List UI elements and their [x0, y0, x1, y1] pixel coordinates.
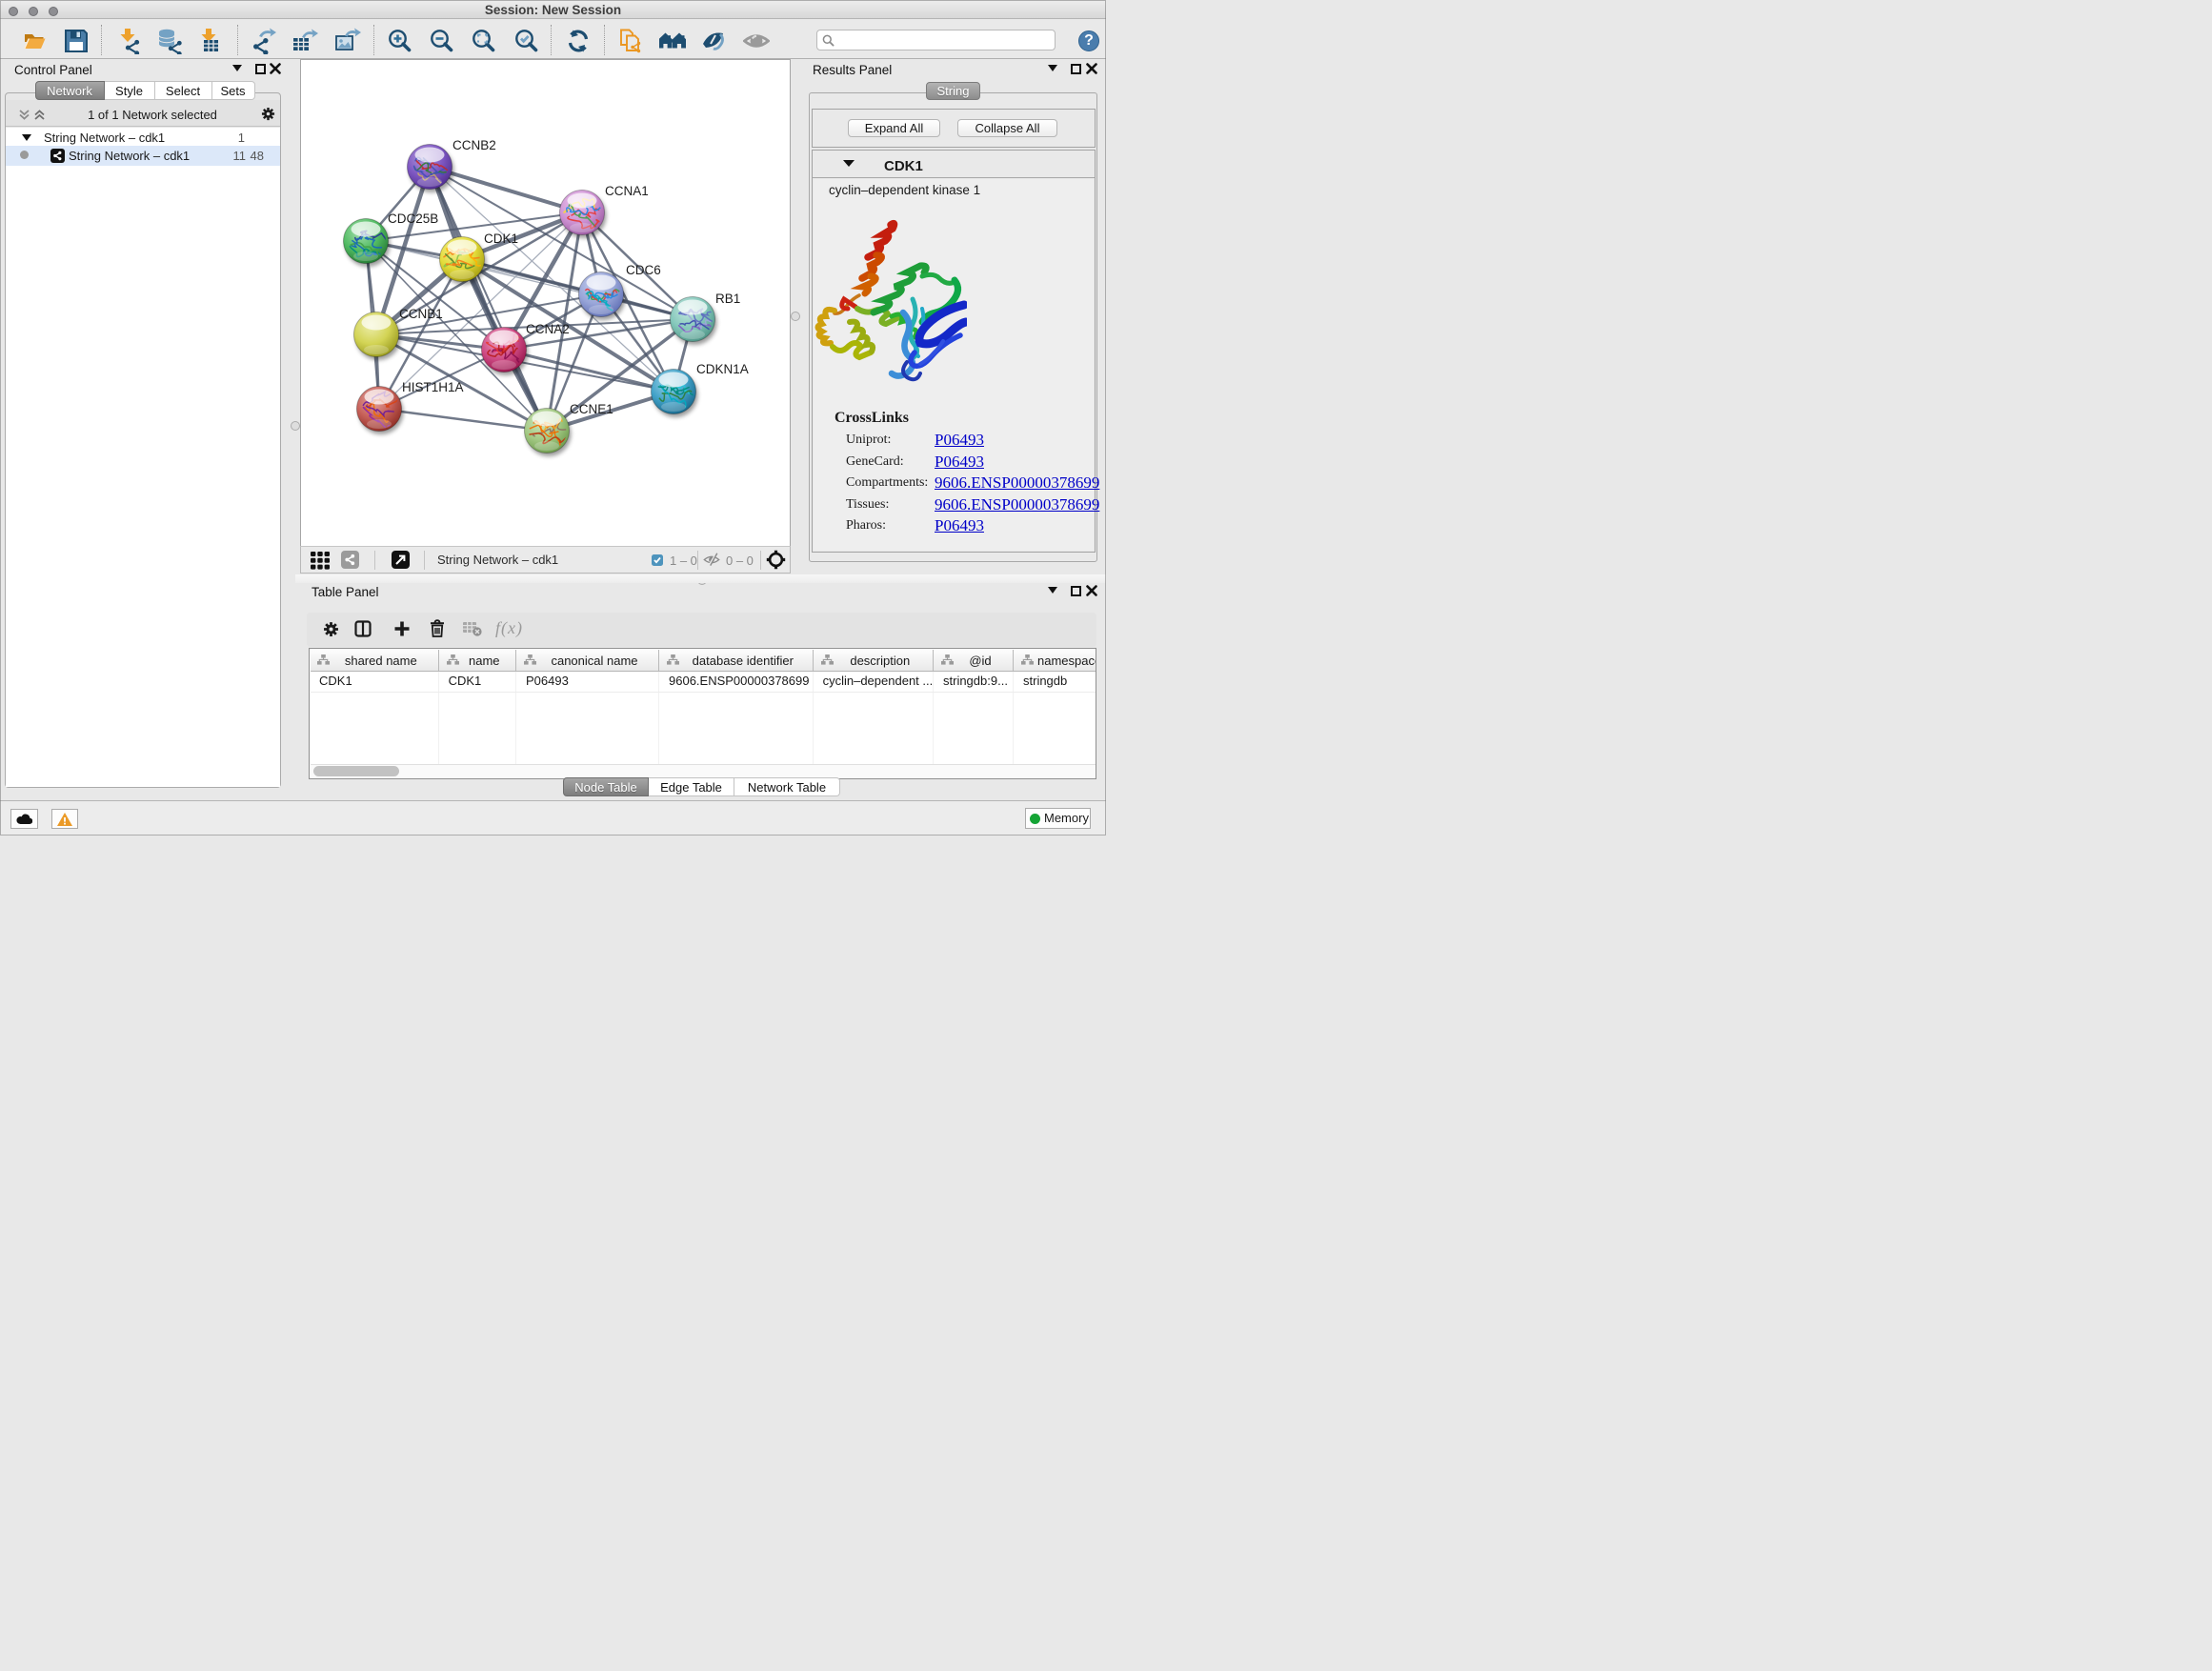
svg-text:RB1: RB1	[715, 292, 740, 306]
svg-text:CDK1: CDK1	[484, 232, 518, 246]
svg-text:CDC6: CDC6	[626, 263, 661, 277]
svg-text:CCNA2: CCNA2	[526, 322, 570, 336]
svg-text:CCNE1: CCNE1	[570, 402, 613, 416]
svg-text:CDKN1A: CDKN1A	[696, 362, 749, 376]
svg-text:CCNB2: CCNB2	[452, 138, 496, 152]
svg-text:CCNB1: CCNB1	[399, 307, 443, 321]
svg-text:CDC25B: CDC25B	[388, 211, 438, 226]
svg-text:CCNA1: CCNA1	[605, 184, 649, 198]
svg-text:HIST1H1A: HIST1H1A	[402, 380, 464, 394]
